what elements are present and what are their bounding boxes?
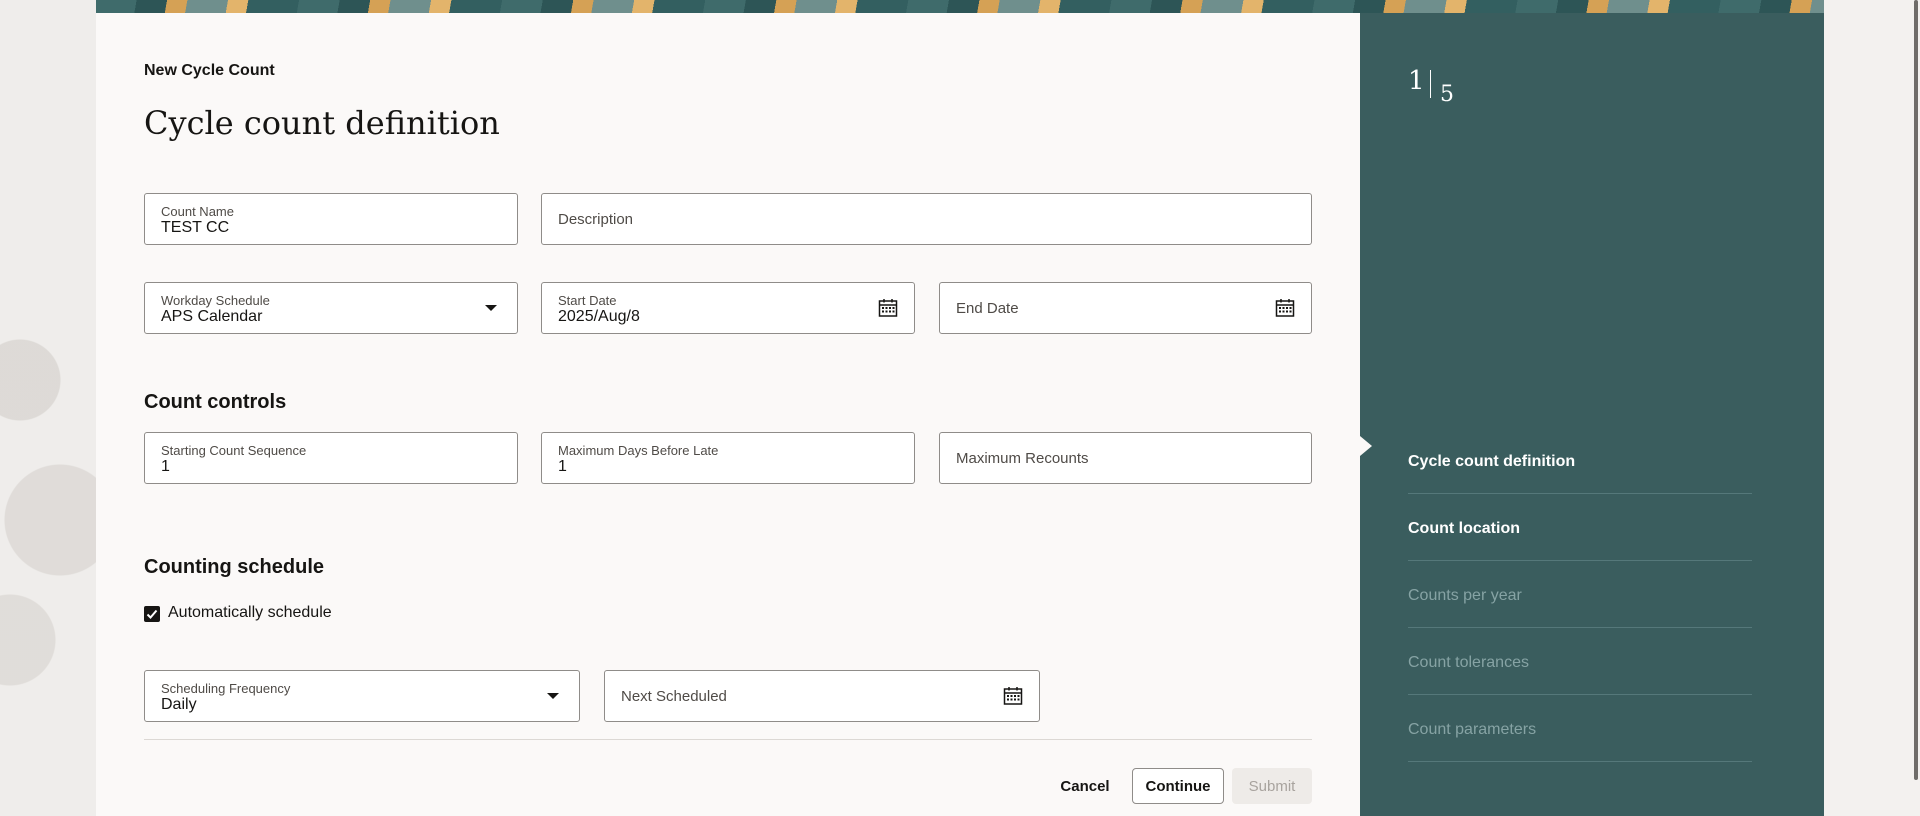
step-count-location[interactable]: Count location [1408,494,1752,561]
scheduling-frequency-value: Daily [161,696,197,713]
max-days-before-late-value: 1 [558,458,567,475]
start-date-value: 2025/Aug/8 [558,308,640,325]
step-cycle-count-definition[interactable]: Cycle count definition [1408,427,1752,494]
starting-count-sequence-value: 1 [161,458,170,475]
page-scrollbar[interactable] [1914,0,1918,780]
calendar-icon[interactable] [1003,686,1023,706]
submit-button[interactable]: Submit [1232,768,1312,804]
description-placeholder: Description [558,211,634,228]
end-date-placeholder: End Date [956,300,1019,317]
page-eyebrow: New Cycle Count [144,62,275,79]
counting-schedule-heading: Counting schedule [144,556,324,578]
auto-schedule-label[interactable]: Automatically schedule [168,604,332,622]
footer-divider [144,739,1312,740]
checkmark-icon [146,609,158,619]
start-date-label: Start Date [558,293,617,308]
workday-schedule-value: APS Calendar [161,308,263,325]
description-field[interactable]: Description [541,193,1312,245]
step-total: 5 [1440,82,1454,107]
count-name-label: Count Name [161,204,234,219]
step-separator [1430,70,1431,98]
chevron-down-icon [485,305,497,311]
starting-count-sequence-label: Starting Count Sequence [161,443,307,458]
start-date-field[interactable]: Start Date 2025/Aug/8 [541,282,915,334]
max-recounts-placeholder: Maximum Recounts [956,450,1089,467]
max-days-before-late-label: Maximum Days Before Late [558,443,719,458]
step-list: Cycle count definition Count location Co… [1408,427,1752,762]
max-days-before-late-field[interactable]: Maximum Days Before Late 1 [541,432,915,484]
count-name-field[interactable]: Count Name TEST CC [144,193,518,245]
step-counts-per-year[interactable]: Counts per year [1408,561,1752,628]
scheduling-frequency-label: Scheduling Frequency [161,681,291,696]
background-decoration-left [0,0,96,816]
continue-button[interactable]: Continue [1132,768,1224,804]
count-name-value: TEST CC [161,219,230,236]
active-step-pointer [1360,436,1372,456]
background-decoration-right [1824,0,1920,816]
cancel-button[interactable]: Cancel [1052,768,1118,804]
starting-count-sequence-field[interactable]: Starting Count Sequence 1 [144,432,518,484]
step-count-parameters[interactable]: Count parameters [1408,695,1752,762]
workday-schedule-select[interactable]: Workday Schedule APS Calendar [144,282,518,334]
workday-schedule-label: Workday Schedule [161,293,270,308]
next-scheduled-placeholder: Next Scheduled [621,688,727,705]
end-date-field[interactable]: End Date [939,282,1312,334]
auto-schedule-checkbox[interactable] [144,606,160,622]
next-scheduled-field[interactable]: Next Scheduled [604,670,1040,722]
calendar-icon[interactable] [1275,298,1295,318]
scheduling-frequency-select[interactable]: Scheduling Frequency Daily [144,670,580,722]
page-title: Cycle count definition [144,104,500,142]
step-current: 1 [1408,66,1425,96]
max-recounts-field[interactable]: Maximum Recounts [939,432,1312,484]
header-banner [96,0,1824,13]
chevron-down-icon [547,693,559,699]
calendar-icon[interactable] [878,298,898,318]
step-count-tolerances[interactable]: Count tolerances [1408,628,1752,695]
count-controls-heading: Count controls [144,391,287,413]
